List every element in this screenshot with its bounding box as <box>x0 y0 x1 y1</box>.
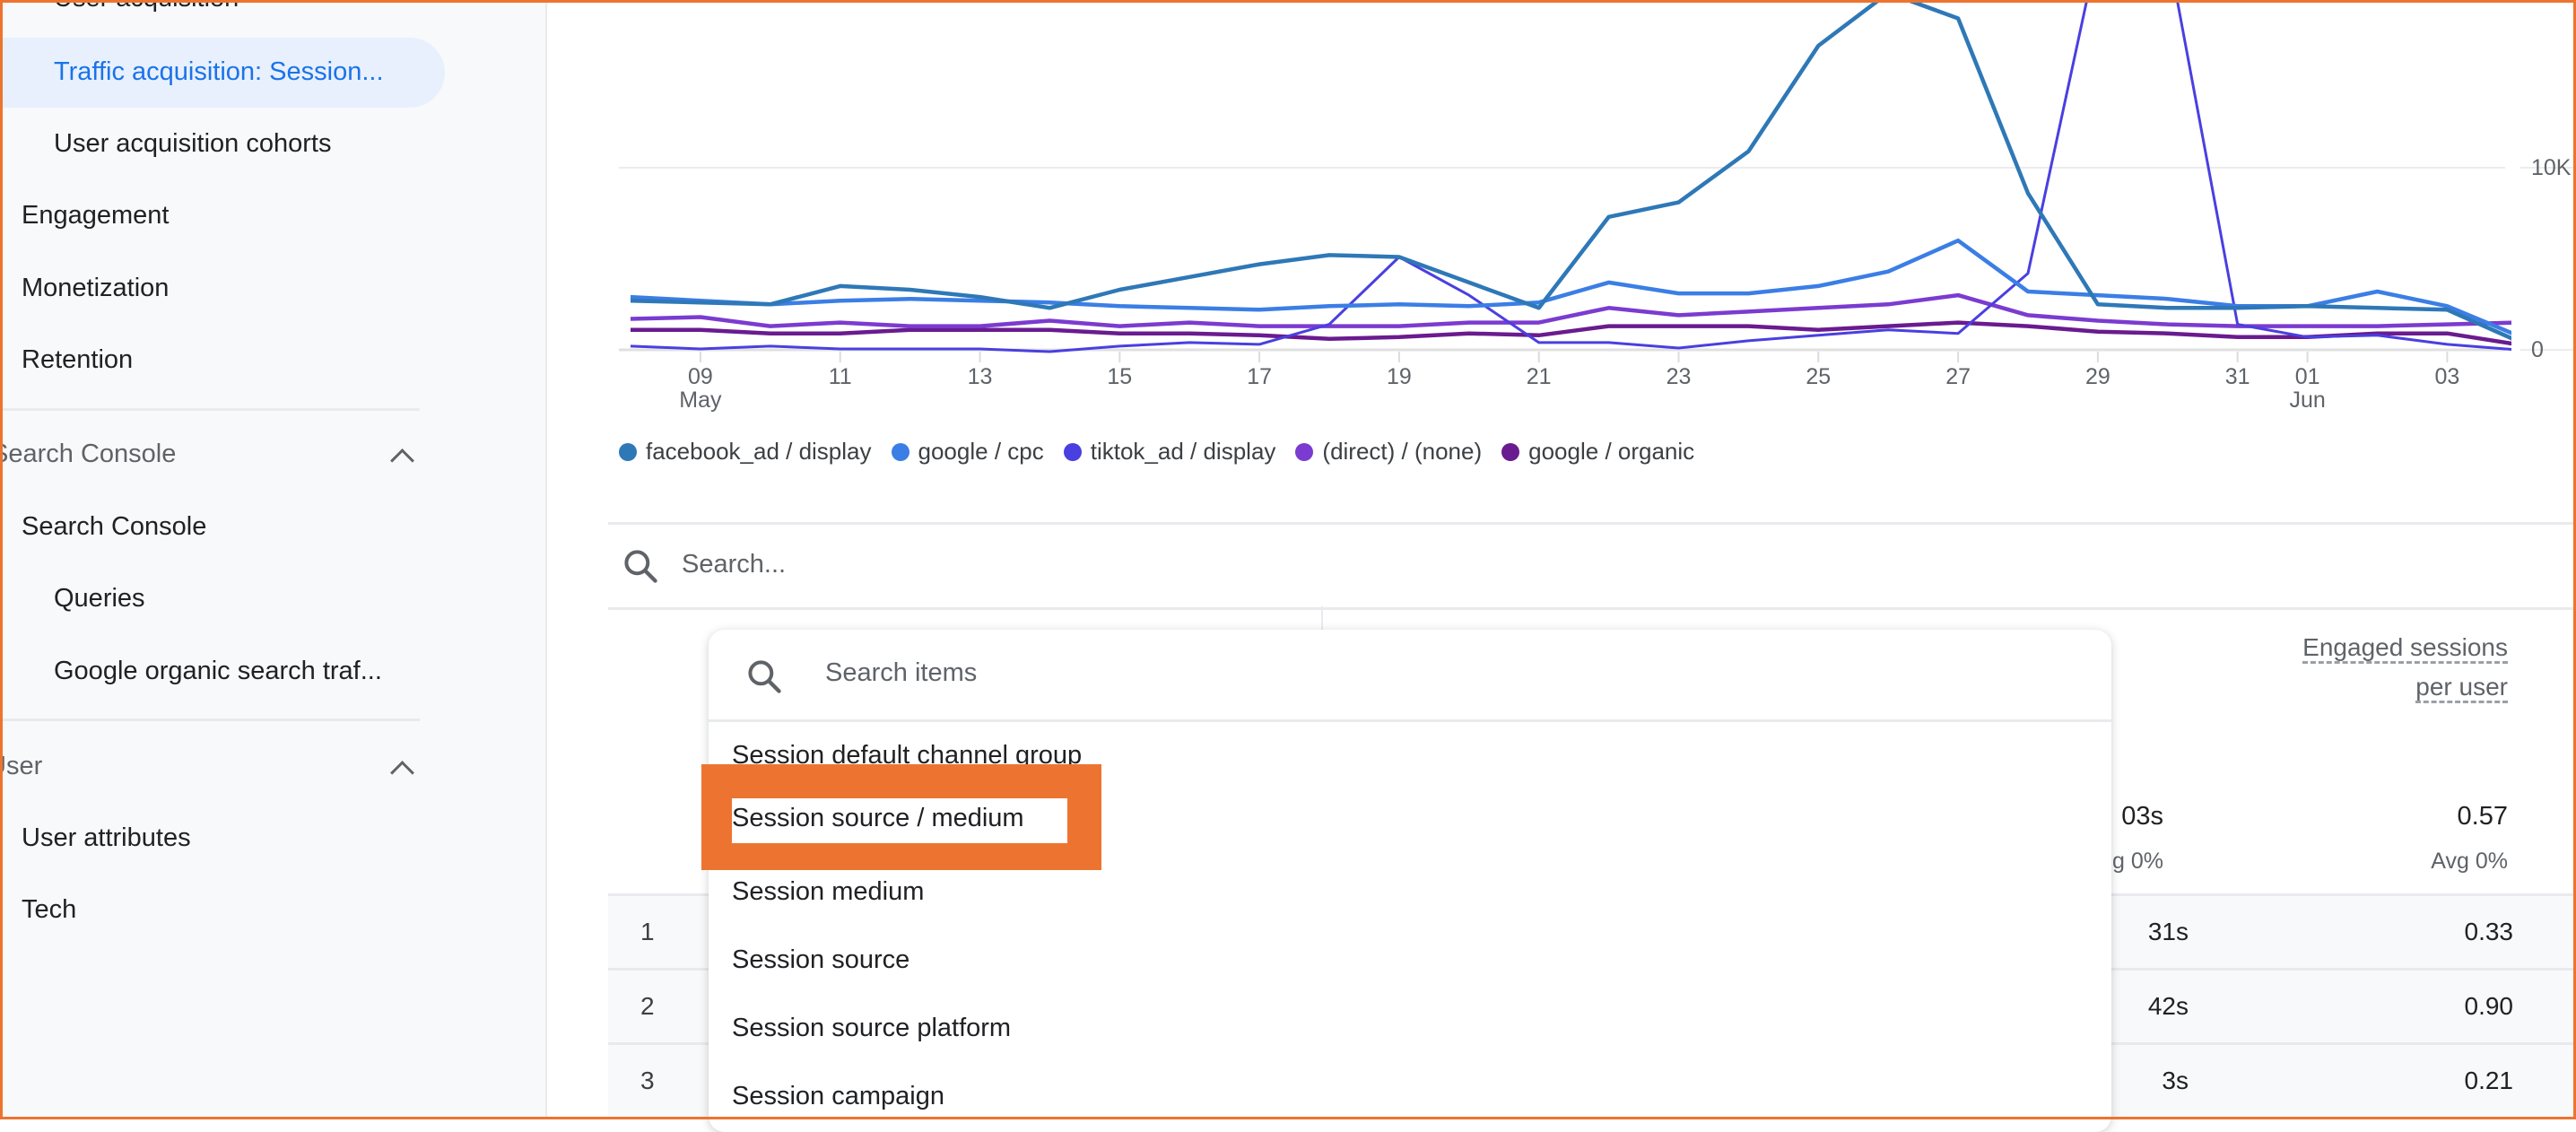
legend-label: (direct) / (none) <box>1322 438 1483 465</box>
cell-engagement-time: 3s <box>2162 1067 2189 1094</box>
legend-item[interactable]: (direct) / (none) <box>1295 438 1482 466</box>
x-tick-label: 25 <box>1806 364 1831 389</box>
traffic-line-chart: 010K20K09May111315171921232527293101Jun0… <box>619 0 2576 413</box>
x-tick-month-label: Jun <box>2289 387 2325 413</box>
row-index: 1 <box>640 918 655 945</box>
legend-label: google / organic <box>1528 438 1695 465</box>
legend-dot-icon <box>1295 442 1314 461</box>
row-index: 2 <box>640 992 655 1020</box>
chart-legend: facebook_ad / display google / cpc tiktok_… <box>619 438 1694 466</box>
row-index: 3 <box>640 1067 655 1094</box>
y-tick-label: 10K <box>2531 155 2572 180</box>
column-header-line1: Engaged sessions <box>2302 633 2508 664</box>
y-tick-label: 0 <box>2531 337 2544 362</box>
x-tick-label: 01 <box>2295 364 2320 389</box>
sidebar-item-queries[interactable]: Queries <box>54 584 145 614</box>
avg-engaged-sessions-per-user: Avg 0% <box>2431 849 2508 874</box>
x-tick-label: 13 <box>968 364 993 389</box>
series-line-google-cpc <box>630 238 2511 335</box>
cell-engagement-time: 31s <box>2147 918 2189 945</box>
legend-item[interactable]: tiktok_ad / display <box>1063 438 1276 466</box>
x-tick-label: 09 <box>688 364 713 389</box>
sidebar-item-tech[interactable]: Tech <box>22 895 76 925</box>
x-tick-label: 19 <box>1387 364 1412 389</box>
x-tick-month-label: May <box>679 387 722 413</box>
legend-item[interactable]: google / cpc <box>891 438 1044 466</box>
table-search-bar[interactable]: Search... <box>608 522 2576 610</box>
legend-label: facebook_ad / display <box>646 438 872 465</box>
x-tick-label: 15 <box>1107 364 1132 389</box>
section-header-user[interactable]: User <box>0 752 42 781</box>
x-tick-label: 03 <box>2434 364 2459 389</box>
sidebar-item-google-organic-search-traffic[interactable]: Google organic search traf... <box>54 657 382 686</box>
cell-engaged-sessions-per-user: 0.90 <box>2464 992 2514 1020</box>
sidebar-item-search-console[interactable]: Search Console <box>22 512 206 542</box>
chevron-up-icon[interactable] <box>390 448 414 473</box>
legend-dot-icon <box>1501 442 1520 461</box>
legend-label: tiktok_ad / display <box>1090 438 1276 465</box>
search-icon <box>744 657 784 701</box>
section-header-search-console[interactable]: Search Console <box>0 440 176 469</box>
dropdown-item-session-source[interactable]: Session source <box>732 945 909 975</box>
x-tick-label: 11 <box>829 364 852 389</box>
x-tick-label: 29 <box>2085 364 2110 389</box>
total-engaged-sessions-per-user: 0.57 <box>2457 802 2508 831</box>
cell-engaged-sessions-per-user: 0.21 <box>2464 1067 2514 1094</box>
x-tick-label: 17 <box>1247 364 1272 389</box>
sidebar-divider <box>0 718 420 721</box>
cell-engaged-sessions-per-user: 0.33 <box>2464 918 2514 945</box>
dropdown-item-session-campaign[interactable]: Session campaign <box>732 1082 944 1111</box>
dropdown-item-session-source-medium[interactable]: Session source / medium <box>732 804 1024 833</box>
chevron-up-icon[interactable] <box>390 761 414 785</box>
legend-dot-icon <box>619 442 637 461</box>
dropdown-item-session-medium[interactable]: Session medium <box>732 877 924 907</box>
column-header-engaged-sessions-per-user[interactable]: Engaged sessions per user <box>2153 628 2508 707</box>
dropdown-search[interactable]: Search items <box>709 630 2111 722</box>
dropdown-search-input[interactable]: Search items <box>825 658 977 688</box>
dimension-dropdown-menu: Search items Session default channel gro… <box>709 630 2111 1132</box>
cell-engagement-time: 42s <box>2147 992 2189 1020</box>
sidebar-item-user-attributes[interactable]: User attributes <box>22 823 191 853</box>
table-search-input[interactable]: Search... <box>682 550 786 579</box>
x-tick-label: 21 <box>1527 364 1552 389</box>
x-tick-label: 23 <box>1667 364 1692 389</box>
legend-dot-icon <box>1063 442 1082 461</box>
x-tick-label: 31 <box>2225 364 2250 389</box>
legend-label: google / cpc <box>918 438 1044 465</box>
column-header-line2: per user <box>2415 673 2508 703</box>
search-icon <box>621 546 660 590</box>
legend-item[interactable]: google / organic <box>1501 438 1694 466</box>
x-tick-label: 27 <box>1945 364 1971 389</box>
legend-item[interactable]: facebook_ad / display <box>619 438 872 466</box>
legend-dot-icon <box>891 442 909 461</box>
series-line-facebook-ad-display <box>630 0 2511 341</box>
dropdown-item-session-source-platform[interactable]: Session source platform <box>732 1014 1011 1043</box>
